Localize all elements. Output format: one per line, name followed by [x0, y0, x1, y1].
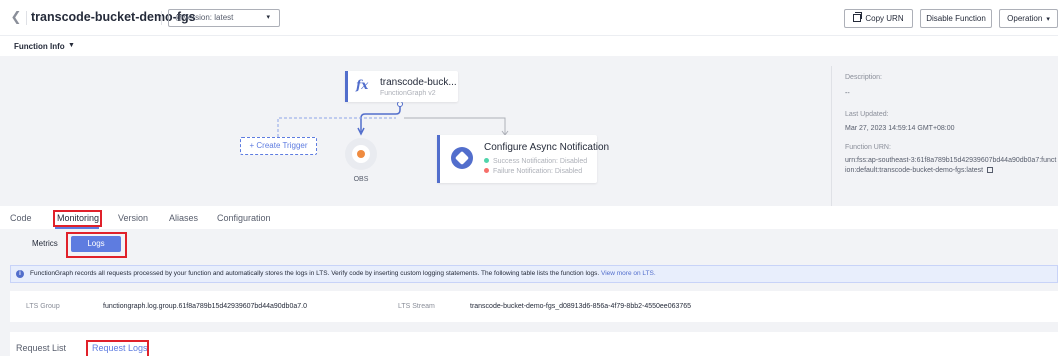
function-urn-label: Function URN: [845, 144, 891, 151]
page-header: ❮ transcode-bucket-demo-fgs @Version: la… [0, 0, 1058, 36]
function-fx-icon: fx [356, 78, 369, 92]
back-icon[interactable]: ❮ [9, 9, 23, 25]
copy-urn-label: Copy URN [865, 14, 904, 23]
node-accent-bar [437, 135, 440, 183]
disable-function-label: Disable Function [926, 14, 986, 23]
operation-label: Operation [1007, 14, 1043, 23]
function-urn-text: urn:fss:ap-southeast-3:61f8a789b15d42939… [845, 157, 1057, 174]
async-notification-title: Configure Async Notification [484, 142, 610, 153]
tab-version[interactable]: Version [118, 213, 148, 223]
copy-icon[interactable] [987, 167, 994, 173]
chevron-down-icon: ▾ [1046, 16, 1050, 23]
tab-request-list[interactable]: Request List [16, 343, 66, 353]
create-trigger-button[interactable]: + Create Trigger [240, 137, 317, 155]
monitoring-subtabs: Metrics Logs [0, 229, 1058, 258]
status-dot-success [484, 158, 489, 163]
async-notification-icon [451, 147, 473, 169]
node-accent-bar [345, 71, 348, 102]
banner-text: FunctionGraph records all requests proce… [30, 270, 600, 277]
divider [161, 11, 162, 25]
failure-notification-text: Failure Notification: Disabled [493, 168, 583, 175]
obs-trigger-node[interactable] [345, 138, 377, 170]
request-tabs: Request List Request Logs [10, 332, 1058, 356]
obs-icon [352, 145, 370, 163]
function-node-subtitle: FunctionGraph v2 [380, 90, 436, 97]
function-diagram: fx transcode-buck... FunctionGraph v2 + … [0, 56, 1058, 206]
async-notification-node[interactable]: Configure Async Notification Success Not… [437, 135, 609, 183]
info-icon: i [16, 270, 24, 278]
function-info-panel: Description: -- Last Updated: Mar 27, 20… [831, 66, 1058, 206]
lts-group-label: LTS Group [26, 303, 60, 310]
function-info-label: Function Info [14, 42, 65, 51]
lts-stream-value: transcode-bucket-demo-fgs_d08913d6-856a-… [470, 303, 692, 310]
version-select[interactable]: @Version: latest ▾ [168, 9, 280, 27]
status-dot-failure [484, 168, 489, 173]
lts-details: LTS Group functiongraph.log.group.61f8a7… [10, 291, 1058, 322]
last-updated-value: Mar 27, 2023 14:59:14 GMT+08:00 [845, 125, 955, 132]
failure-notification-status: Failure Notification: Disabled [484, 168, 582, 175]
function-node-name: transcode-buck... [380, 77, 457, 88]
function-urn-value: urn:fss:ap-southeast-3:61f8a789b15d42939… [845, 156, 1057, 176]
function-node[interactable]: fx transcode-buck... FunctionGraph v2 [345, 71, 458, 102]
divider [26, 11, 27, 25]
success-notification-status: Success Notification: Disabled [484, 158, 587, 165]
copy-icon [853, 12, 863, 22]
function-info-toggle[interactable]: Function Info ▼ [0, 36, 1058, 56]
lts-stream-label: LTS Stream [398, 303, 435, 310]
caret-down-icon: ▼ [68, 42, 75, 49]
operation-button[interactable]: Operation ▾ [999, 9, 1058, 28]
lts-group-value: functiongraph.log.group.61f8a789b15d4293… [103, 303, 307, 310]
description-label: Description: [845, 74, 882, 81]
lts-info-banner: i FunctionGraph records all requests pro… [10, 265, 1058, 283]
view-lts-link[interactable]: View more on LTS. [601, 270, 656, 277]
copy-urn-button[interactable]: Copy URN [844, 9, 913, 28]
disable-function-button[interactable]: Disable Function [920, 9, 992, 28]
chevron-down-icon: ▾ [266, 14, 270, 21]
highlight-box [53, 210, 102, 227]
subtab-metrics[interactable]: Metrics [32, 239, 58, 248]
function-tabs: Code Monitoring Version Aliases Configur… [0, 206, 1058, 229]
description-value: -- [845, 90, 850, 97]
tab-code[interactable]: Code [10, 213, 32, 223]
last-updated-label: Last Updated: [845, 111, 889, 118]
version-select-value: @Version: latest [175, 13, 234, 22]
highlight-box [86, 340, 149, 356]
obs-trigger-label: OBS [353, 176, 369, 183]
logs-panel: i FunctionGraph records all requests pro… [0, 258, 1058, 356]
highlight-box [66, 232, 127, 258]
tab-configuration[interactable]: Configuration [217, 213, 271, 223]
success-notification-text: Success Notification: Disabled [493, 158, 588, 165]
tab-aliases[interactable]: Aliases [169, 213, 198, 223]
